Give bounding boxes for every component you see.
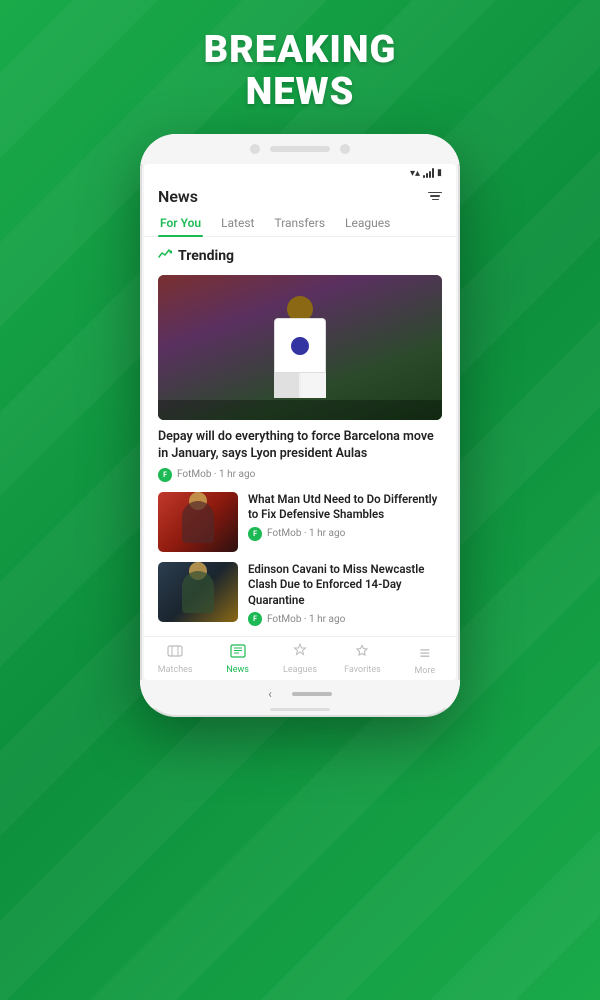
trending-section-header: Trending <box>158 247 442 265</box>
article-row-1[interactable]: What Man Utd Need to Do Differently to F… <box>158 492 442 552</box>
tab-transfers[interactable]: Transfers <box>272 210 327 236</box>
leagues-label: Leagues <box>283 665 317 675</box>
home-indicator[interactable] <box>292 692 332 696</box>
nav-matches[interactable]: Matches <box>144 643 206 676</box>
phone-speaker <box>270 146 330 152</box>
leagues-icon <box>292 643 308 663</box>
trending-title: Trending <box>178 248 234 264</box>
back-arrow[interactable]: ‹ <box>268 687 272 701</box>
tab-bar: For You Latest Transfers Leagues <box>144 210 456 237</box>
article-2-meta: F FotMob · 1 hr ago <box>248 612 442 626</box>
tab-leagues[interactable]: Leagues <box>343 210 392 236</box>
tab-for-you[interactable]: For You <box>158 210 203 236</box>
featured-headline: Depay will do everything to force Barcel… <box>158 428 442 463</box>
phone-top-bar <box>140 134 460 164</box>
article-1-title: What Man Utd Need to Do Differently to F… <box>248 492 442 523</box>
phone-camera-2 <box>340 144 350 154</box>
article-2-info: Edinson Cavani to Miss Newcastle Clash D… <box>248 562 442 627</box>
article-1-meta: F FotMob · 1 hr ago <box>248 527 442 541</box>
matches-label: Matches <box>158 665 193 675</box>
more-label: More <box>414 666 435 676</box>
article-1-info: What Man Utd Need to Do Differently to F… <box>248 492 442 541</box>
featured-meta: F FotMob · 1 hr ago <box>158 468 442 482</box>
article-1-source: FotMob · 1 hr ago <box>267 528 345 539</box>
phone-device: ▾▴ ▮ News For You <box>140 134 460 718</box>
article-2-title: Edinson Cavani to Miss Newcastle Clash D… <box>248 562 442 609</box>
nav-news[interactable]: News <box>206 643 268 676</box>
phone-screen: ▾▴ ▮ News For You <box>144 164 456 681</box>
matches-icon <box>167 643 183 663</box>
article-row-2[interactable]: Edinson Cavani to Miss Newcastle Clash D… <box>158 562 442 627</box>
article-2-thumb <box>158 562 238 622</box>
news-label: News <box>226 665 249 675</box>
status-bar: ▾▴ ▮ <box>144 164 456 181</box>
trending-icon <box>158 247 172 265</box>
article-1-thumb <box>158 492 238 552</box>
nav-more[interactable]: ≡ More <box>394 643 456 676</box>
app-header: News <box>144 181 456 210</box>
bottom-nav: Matches News <box>144 636 456 680</box>
content-area: Trending <box>144 237 456 637</box>
article-2-source-icon: F <box>248 612 262 626</box>
nav-leagues[interactable]: Leagues <box>269 643 331 676</box>
featured-source: FotMob · 1 hr ago <box>177 469 255 480</box>
tab-latest[interactable]: Latest <box>219 210 256 236</box>
article-2-source: FotMob · 1 hr ago <box>267 614 345 625</box>
more-icon: ≡ <box>420 643 431 664</box>
signal-bars <box>423 168 434 178</box>
nav-favorites[interactable]: Favorites <box>331 643 393 676</box>
featured-image <box>158 275 442 420</box>
breaking-news-header: BREAKING NEWS <box>204 30 397 114</box>
wifi-icon: ▾▴ <box>410 168 420 179</box>
phone-bottom-bar: ‹ <box>140 680 460 708</box>
app-title: News <box>158 187 198 206</box>
status-icons: ▾▴ ▮ <box>410 168 442 179</box>
article-1-source-icon: F <box>248 527 262 541</box>
phone-scroll-indicator <box>270 708 330 711</box>
favorites-label: Favorites <box>344 665 381 675</box>
favorites-icon <box>354 643 370 663</box>
battery-icon: ▮ <box>437 168 442 178</box>
featured-source-icon: F <box>158 468 172 482</box>
filter-button[interactable] <box>428 192 442 201</box>
phone-camera <box>250 144 260 154</box>
news-icon <box>230 643 246 663</box>
featured-article[interactable]: Depay will do everything to force Barcel… <box>158 275 442 482</box>
